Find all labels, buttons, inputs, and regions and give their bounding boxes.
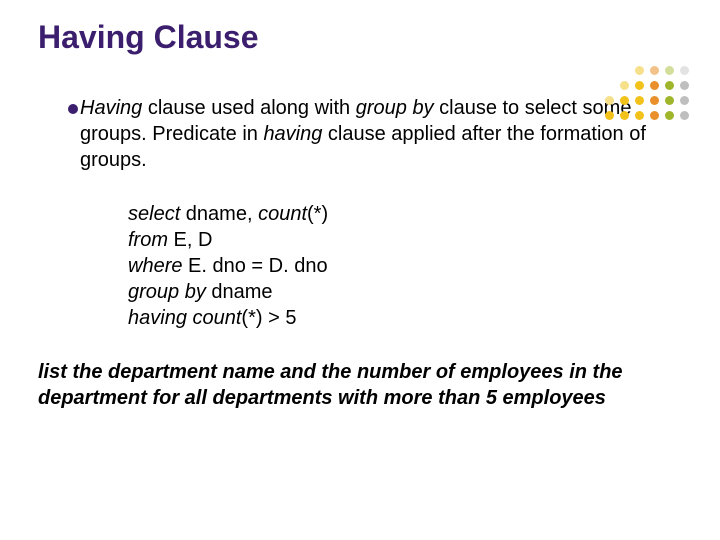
code-line: group by dname bbox=[128, 279, 674, 305]
body-text: Having clause used along with group by c… bbox=[68, 96, 674, 331]
paragraph-1: Having clause used along with group by c… bbox=[80, 96, 674, 173]
code-text: dname, bbox=[180, 203, 258, 225]
italic-keyword: group by bbox=[356, 97, 434, 119]
italic-keyword: having bbox=[263, 123, 322, 145]
bullet-icon bbox=[68, 104, 78, 114]
sql-keyword: having count bbox=[128, 307, 241, 329]
code-text: dname bbox=[206, 281, 273, 303]
code-text: (*) bbox=[307, 203, 328, 225]
code-line: select dname, count(*) bbox=[128, 201, 674, 227]
italic-keyword: Having bbox=[80, 97, 142, 119]
code-text: E, D bbox=[168, 229, 212, 251]
sql-keyword: select bbox=[128, 203, 180, 225]
slide-title: Having Clause bbox=[38, 18, 682, 56]
decorative-dot-grid bbox=[605, 66, 692, 123]
bullet-item: Having clause used along with group by c… bbox=[68, 96, 674, 173]
code-text: (*) > 5 bbox=[241, 307, 296, 329]
sql-code-block: select dname, count(*) from E, D where E… bbox=[128, 201, 674, 331]
sql-keyword: from bbox=[128, 229, 168, 251]
summary-text: list the department name and the number … bbox=[38, 359, 682, 411]
text-run: clause used along with bbox=[142, 97, 355, 119]
code-line: having count(*) > 5 bbox=[128, 305, 674, 331]
sql-keyword: group by bbox=[128, 281, 206, 303]
slide: Having Clause Having clause used along w… bbox=[0, 0, 720, 540]
code-line: from E, D bbox=[128, 227, 674, 253]
sql-keyword: count bbox=[258, 203, 307, 225]
code-line: where E. dno = D. dno bbox=[128, 253, 674, 279]
sql-keyword: where bbox=[128, 255, 182, 277]
code-text: E. dno = D. dno bbox=[182, 255, 327, 277]
